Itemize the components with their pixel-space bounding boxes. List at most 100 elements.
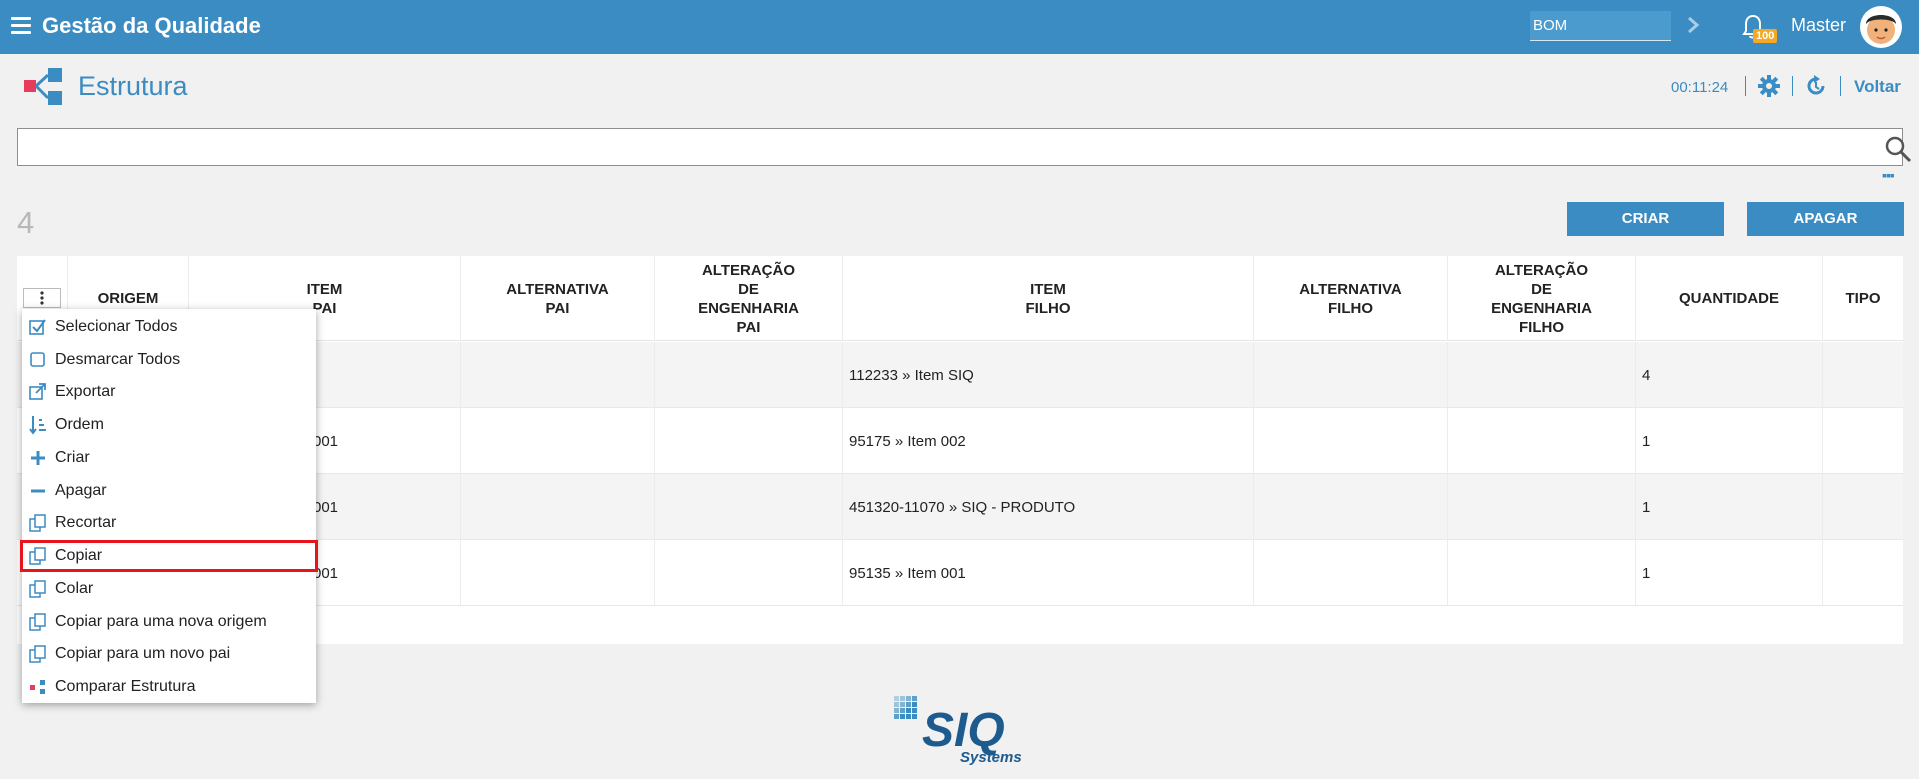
- cell-alteracao-filho: [1448, 408, 1636, 474]
- menu-item-deselect-all[interactable]: Desmarcar Todos: [22, 344, 316, 376]
- chevron-right-icon[interactable]: [1686, 15, 1700, 35]
- separator: [1792, 76, 1793, 96]
- menu-item-paste[interactable]: Colar: [22, 573, 316, 605]
- cell-item-filho: 451320-11070 » SIQ - PRODUTO: [843, 474, 1254, 540]
- cell-item-filho: 95175 » Item 002: [843, 408, 1254, 474]
- menu-item-order[interactable]: Ordem: [22, 409, 316, 441]
- refresh-icon[interactable]: [1805, 75, 1827, 97]
- menu-item-copy-new-parent[interactable]: Copiar para um novo pai: [22, 638, 316, 670]
- menu-item-label: Recortar: [55, 514, 117, 531]
- structure-icon: [27, 676, 49, 698]
- avatar[interactable]: [1860, 6, 1902, 48]
- menu-item-label: Comparar Estrutura: [55, 678, 196, 695]
- cell-alternativa-pai: [461, 540, 655, 606]
- minus-icon: [27, 480, 49, 502]
- menu-item-cut[interactable]: Recortar: [22, 507, 316, 539]
- cell-quantidade: 1: [1636, 540, 1823, 606]
- cell-tipo: [1823, 540, 1903, 606]
- copy-icon: [27, 545, 49, 567]
- menu-item-label: Exportar: [55, 383, 116, 400]
- menu-item-label: Copiar para um novo pai: [55, 645, 231, 662]
- search-box: [17, 128, 1912, 166]
- back-link[interactable]: Voltar: [1854, 77, 1901, 97]
- separator: [1745, 76, 1746, 96]
- column-header[interactable]: TIPO: [1823, 256, 1903, 341]
- cell-alteracao-pai: [655, 474, 843, 540]
- siq-systems-logo: SIQ Systems: [894, 696, 1022, 766]
- cell-tipo: [1823, 408, 1903, 474]
- copy-icon: [27, 578, 49, 600]
- record-count: 4: [17, 205, 35, 240]
- column-header[interactable]: ALTERAÇÃO DE ENGENHARIA FILHO: [1448, 256, 1636, 341]
- column-header[interactable]: ALTERAÇÃO DE ENGENHARIA PAI: [655, 256, 843, 341]
- more-options-icon[interactable]: ▪▪▪: [1882, 169, 1895, 183]
- user-name[interactable]: Master: [1791, 15, 1846, 36]
- cell-alteracao-pai: [655, 342, 843, 408]
- cell-alternativa-filho: [1254, 408, 1448, 474]
- delete-button[interactable]: APAGAR: [1747, 202, 1904, 236]
- copy-icon: [27, 611, 49, 633]
- logo-subtext: Systems: [960, 749, 1022, 766]
- menu-icon[interactable]: [11, 17, 31, 35]
- structure-icon: [24, 68, 62, 105]
- cell-alteracao-pai: [655, 408, 843, 474]
- cell-alternativa-filho: [1254, 540, 1448, 606]
- search-icon[interactable]: [1884, 135, 1912, 163]
- column-context-menu: Selecionar Todos Desmarcar Todos Exporta…: [20, 309, 318, 703]
- cell-item-filho: 112233 » Item SIQ: [843, 342, 1254, 408]
- menu-item-label: Selecionar Todos: [55, 318, 178, 335]
- separator: [1840, 76, 1841, 96]
- user-avatar-icon: [1861, 7, 1901, 47]
- menu-item-copy-new-origin[interactable]: Copiar para uma nova origem: [22, 606, 316, 638]
- menu-item-label: Desmarcar Todos: [55, 351, 181, 368]
- notification-badge: 100: [1753, 29, 1778, 43]
- menu-item-label: Criar: [55, 449, 90, 466]
- column-header[interactable]: ALTERNATIVA PAI: [461, 256, 655, 341]
- sort-icon: [27, 414, 49, 436]
- cell-item-filho: 95135 » Item 001: [843, 540, 1254, 606]
- search-input[interactable]: [26, 133, 1846, 161]
- cell-alteracao-filho: [1448, 474, 1636, 540]
- cell-alteracao-filho: [1448, 342, 1636, 408]
- export-icon: [27, 381, 49, 403]
- kebab-icon: [40, 291, 44, 305]
- column-header[interactable]: QUANTIDADE: [1636, 256, 1823, 341]
- column-header[interactable]: ITEM FILHO: [843, 256, 1254, 341]
- cell-alternativa-pai: [461, 474, 655, 540]
- cell-tipo: [1823, 342, 1903, 408]
- cell-alteracao-pai: [655, 540, 843, 606]
- checkbox-checked-icon: [27, 316, 49, 338]
- copy-icon: [27, 512, 49, 534]
- cell-alternativa-pai: [461, 408, 655, 474]
- copy-icon: [27, 643, 49, 665]
- top-bar: Gestão da Qualidade 100 Master: [0, 0, 1919, 54]
- menu-item-compare-structure[interactable]: Comparar Estrutura: [22, 671, 316, 703]
- app-title: Gestão da Qualidade: [42, 13, 261, 38]
- menu-item-copy[interactable]: Copiar: [20, 540, 318, 572]
- menu-item-select-all[interactable]: Selecionar Todos: [22, 311, 316, 343]
- cell-quantidade: 1: [1636, 408, 1823, 474]
- cell-quantidade: 4: [1636, 342, 1823, 408]
- create-button[interactable]: CRIAR: [1567, 202, 1724, 236]
- bom-input[interactable]: [1530, 11, 1671, 41]
- page-title: Estrutura: [78, 71, 188, 101]
- menu-item-export[interactable]: Exportar: [22, 376, 316, 408]
- menu-item-label: Copiar: [55, 547, 103, 564]
- cell-quantidade: 1: [1636, 474, 1823, 540]
- cell-alteracao-filho: [1448, 540, 1636, 606]
- menu-item-create[interactable]: Criar: [22, 442, 316, 474]
- gear-icon[interactable]: [1758, 75, 1780, 97]
- menu-item-label: Copiar para uma nova origem: [55, 613, 267, 630]
- checkbox-empty-icon: [27, 349, 49, 371]
- menu-item-label: Ordem: [55, 416, 104, 433]
- menu-item-label: Colar: [55, 580, 94, 597]
- column-menu-button[interactable]: [23, 288, 61, 308]
- session-timer: 00:11:24: [1671, 79, 1729, 96]
- menu-item-delete[interactable]: Apagar: [22, 475, 316, 507]
- menu-item-label: Apagar: [55, 482, 107, 499]
- column-header[interactable]: ALTERNATIVA FILHO: [1254, 256, 1448, 341]
- cell-alternativa-filho: [1254, 342, 1448, 408]
- plus-icon: [27, 447, 49, 469]
- cell-alternativa-filho: [1254, 474, 1448, 540]
- cell-tipo: [1823, 474, 1903, 540]
